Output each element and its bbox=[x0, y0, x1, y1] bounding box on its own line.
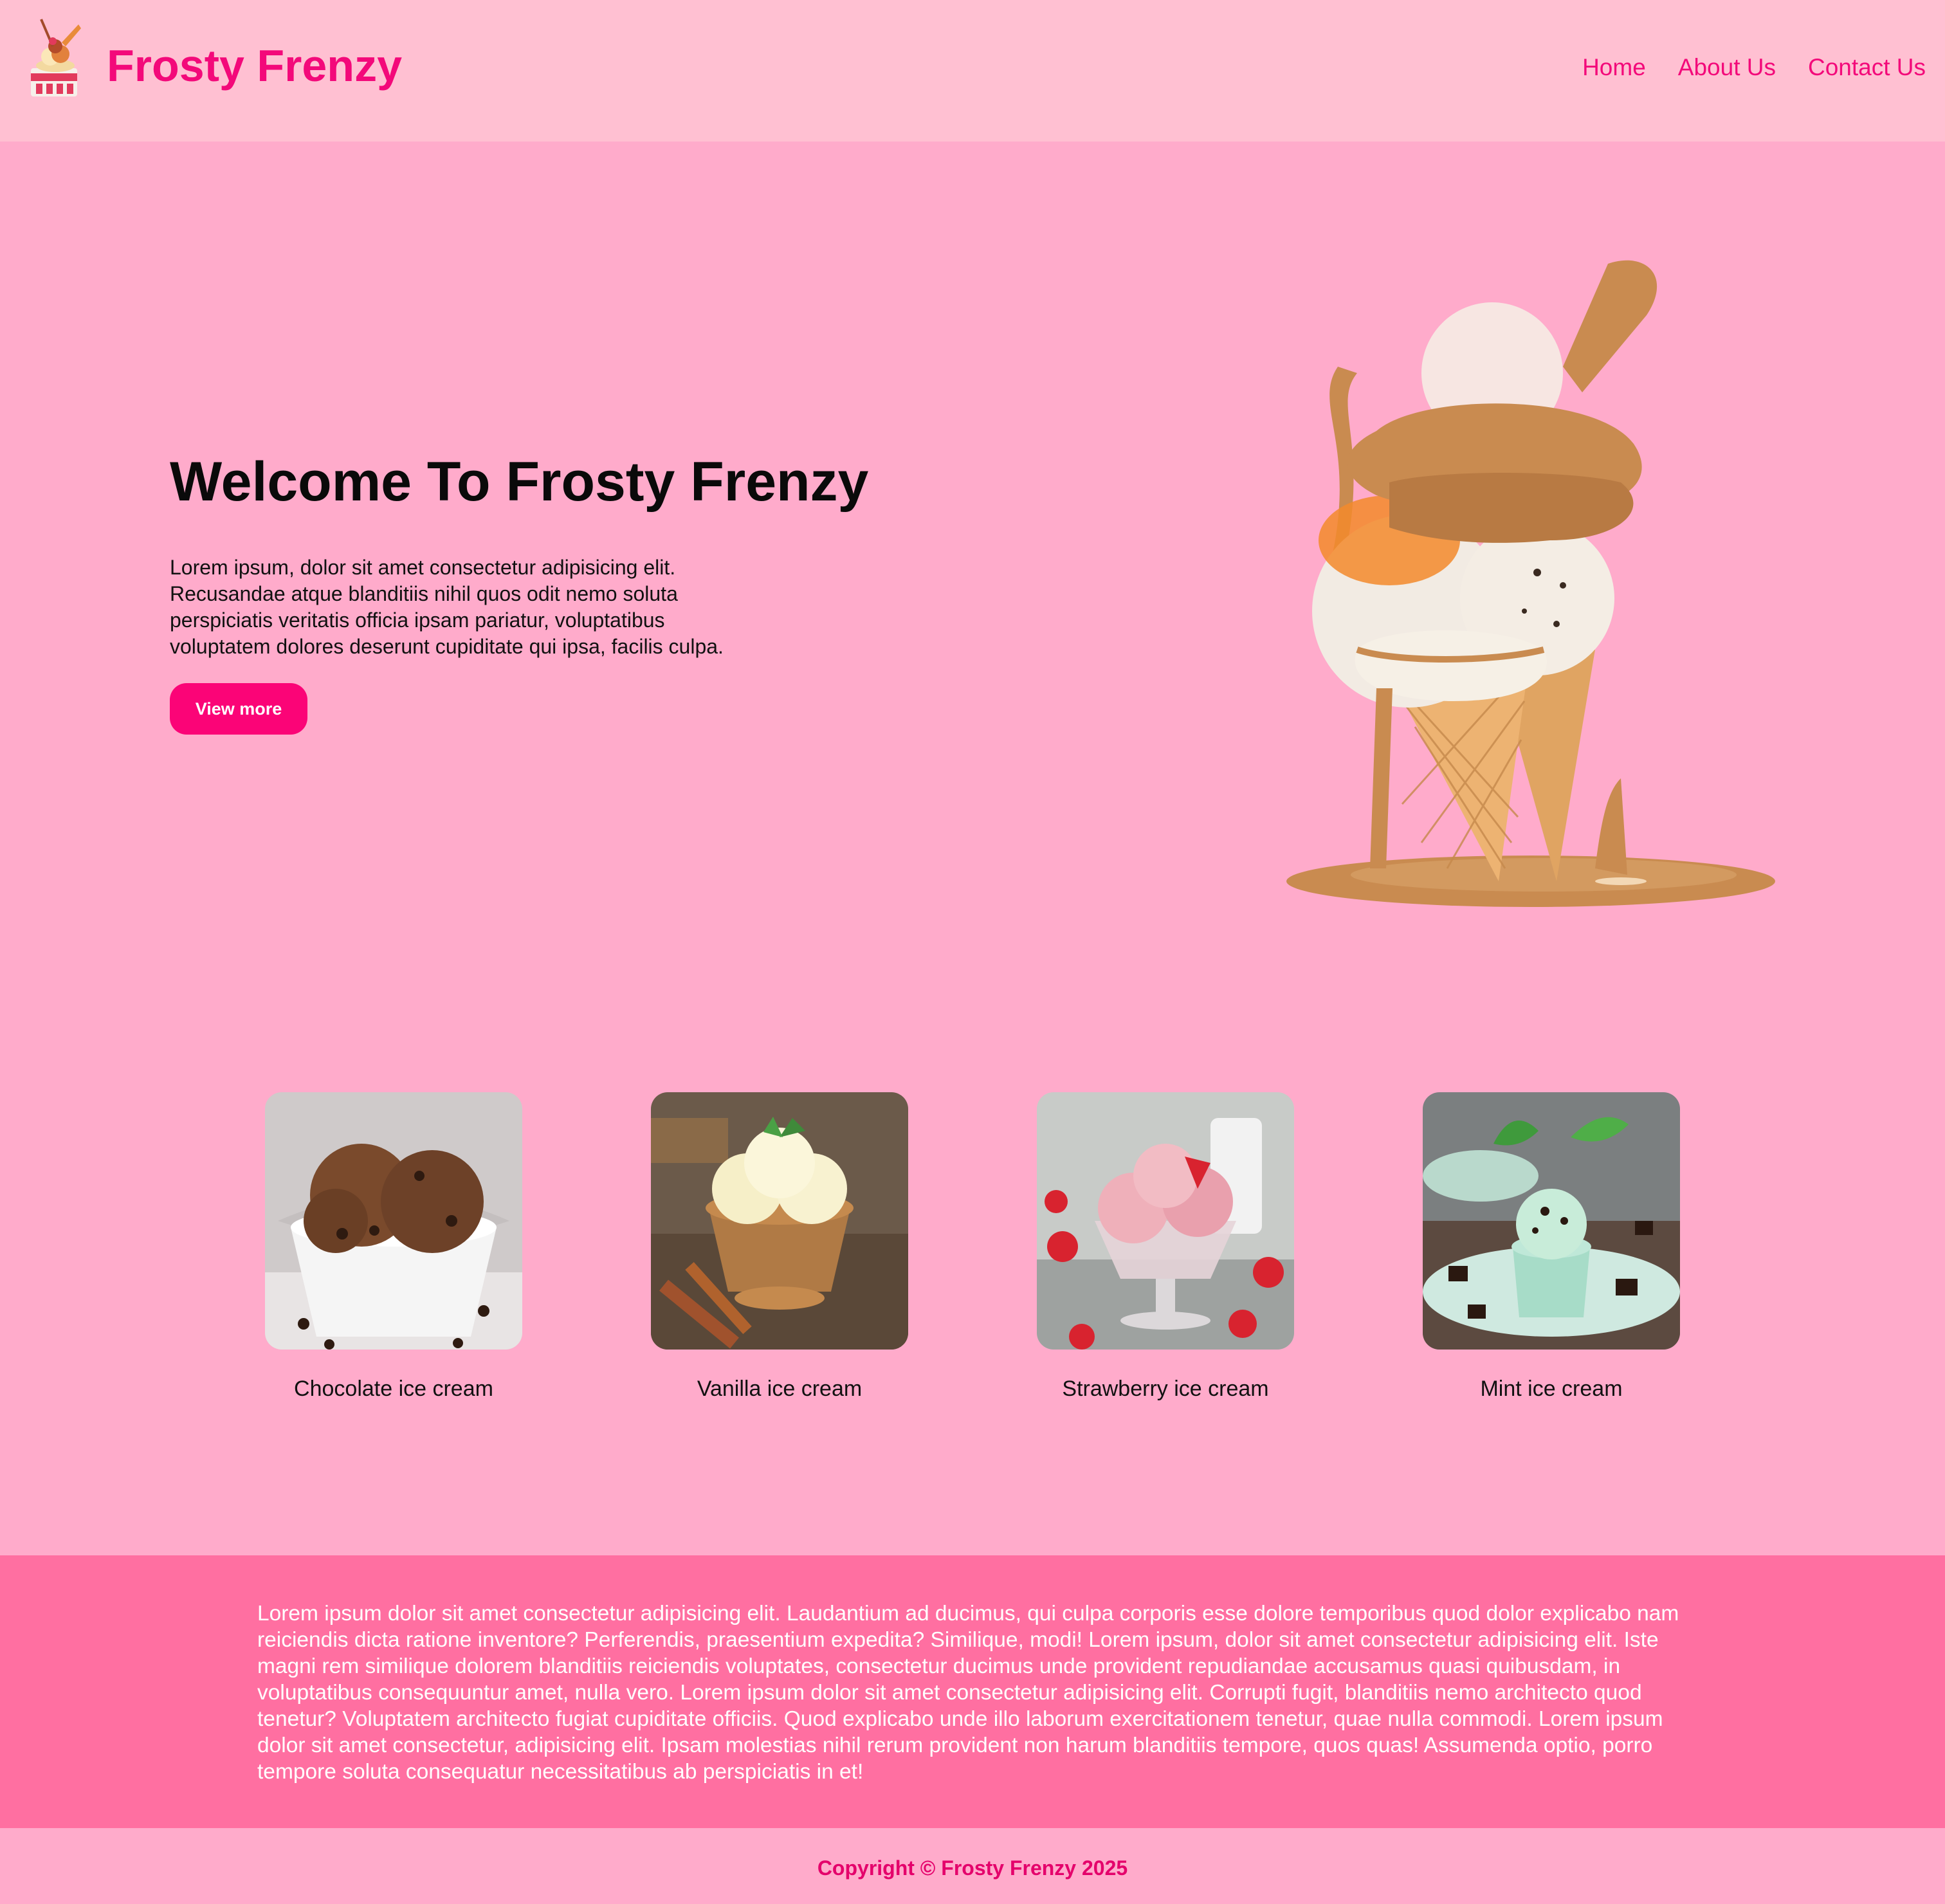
main-nav: Home About Us Contact Us bbox=[1582, 54, 1926, 81]
site-header: Frosty Frenzy Home About Us Contact Us bbox=[0, 0, 1945, 142]
flavor-label: Mint ice cream bbox=[1480, 1377, 1623, 1401]
flavor-card-strawberry[interactable]: Strawberry ice cream bbox=[1037, 1092, 1294, 1402]
flavor-card-mint[interactable]: Mint ice cream bbox=[1423, 1092, 1680, 1402]
about-section: Lorem ipsum dolor sit amet consectetur a… bbox=[0, 1555, 1945, 1828]
nav-link-about-us[interactable]: About Us bbox=[1678, 54, 1776, 81]
ice-cream-cone-illustration bbox=[1286, 260, 1775, 907]
view-more-button[interactable]: View more bbox=[170, 683, 307, 735]
site-footer: Copyright © Frosty Frenzy 2025 bbox=[0, 1828, 1945, 1904]
about-text: Lorem ipsum dolor sit amet consectetur a… bbox=[257, 1602, 1679, 1784]
flavor-label: Vanilla ice cream bbox=[697, 1377, 863, 1401]
hero-description: Lorem ipsum, dolor sit amet consectetur … bbox=[170, 556, 724, 658]
hero-section: Welcome To Frosty Frenzy Lorem ipsum, do… bbox=[0, 142, 1945, 1055]
hero-title: Welcome To Frosty Frenzy bbox=[170, 451, 869, 513]
site-brand-title[interactable]: Frosty Frenzy bbox=[107, 40, 402, 91]
flavor-card-chocolate[interactable]: Chocolate ice cream bbox=[265, 1092, 522, 1402]
nav-link-contact-us[interactable]: Contact Us bbox=[1808, 54, 1926, 81]
flavor-label: Chocolate ice cream bbox=[294, 1377, 493, 1401]
nav-link-home[interactable]: Home bbox=[1582, 54, 1646, 81]
flavor-card-vanilla[interactable]: Vanilla ice cream bbox=[651, 1092, 908, 1402]
copyright-text: Copyright © Frosty Frenzy 2025 bbox=[817, 1856, 1128, 1880]
ice-cream-shop-logo-icon[interactable] bbox=[27, 17, 85, 99]
mint-ice-cream-image bbox=[1423, 1092, 1680, 1350]
strawberry-ice-cream-image bbox=[1037, 1092, 1294, 1350]
flavor-label: Strawberry ice cream bbox=[1062, 1377, 1269, 1401]
vanilla-ice-cream-image bbox=[651, 1092, 908, 1350]
chocolate-ice-cream-image bbox=[265, 1092, 522, 1350]
